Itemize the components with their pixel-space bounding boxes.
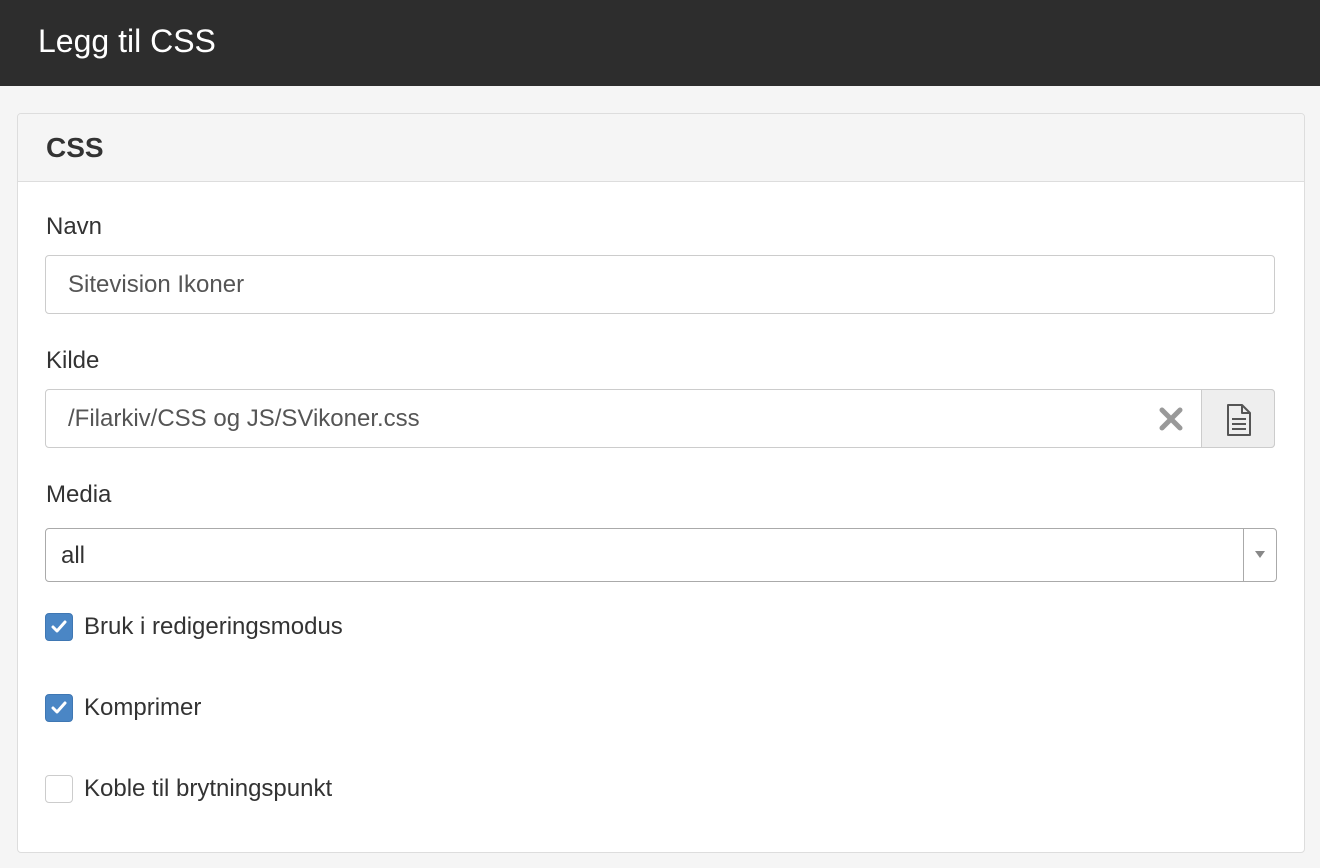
checkmark-icon <box>51 620 67 633</box>
close-icon[interactable] <box>1156 404 1186 434</box>
browse-file-button[interactable] <box>1201 389 1275 448</box>
breakpoint-label: Koble til brytningspunkt <box>84 775 333 802</box>
name-field-value: Sitevision Ikoner <box>68 271 245 298</box>
source-label: Kilde <box>46 347 100 374</box>
edit-mode-checkbox[interactable] <box>45 613 73 641</box>
page-title: Legg til CSS <box>38 23 216 59</box>
checkmark-icon <box>51 701 67 714</box>
name-label: Navn <box>46 213 103 240</box>
document-icon <box>1227 404 1251 436</box>
media-label: Media <box>46 481 112 508</box>
select-toggle[interactable] <box>1243 529 1276 581</box>
media-select[interactable]: all <box>45 528 1277 582</box>
breakpoint-checkbox[interactable] <box>45 775 73 803</box>
compress-label: Komprimer <box>84 694 202 721</box>
panel-title: CSS <box>46 132 104 163</box>
compress-checkbox[interactable] <box>45 694 73 722</box>
media-select-value: all <box>61 542 86 569</box>
source-field[interactable]: /Filarkiv/CSS og JS/SVikoner.css <box>45 389 1275 448</box>
css-panel: CSS Navn Sitevision Ikoner Kilde /Filark… <box>17 113 1305 853</box>
source-field-value: /Filarkiv/CSS og JS/SVikoner.css <box>68 405 420 432</box>
panel-header: CSS <box>18 114 1304 182</box>
chevron-down-icon <box>1255 551 1265 558</box>
name-field[interactable]: Sitevision Ikoner <box>45 255 1275 314</box>
edit-mode-label: Bruk i redigeringsmodus <box>84 613 343 640</box>
top-bar: Legg til CSS <box>0 0 1320 86</box>
